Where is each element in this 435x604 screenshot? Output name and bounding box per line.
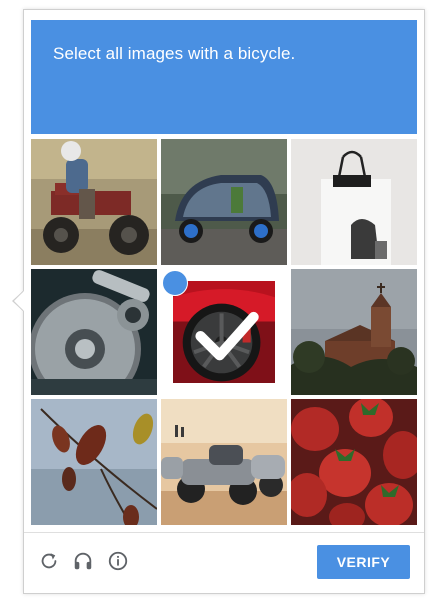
- image-tile-1[interactable]: [31, 139, 157, 265]
- challenge-instruction: Select all images with a bicycle.: [53, 44, 296, 63]
- electric-vehicle-image: [161, 139, 287, 265]
- audio-headphones-icon[interactable]: [72, 550, 94, 572]
- reload-icon[interactable]: [38, 550, 60, 572]
- church-image: [291, 269, 417, 395]
- selected-check-icon: [162, 270, 259, 361]
- hard-drive-image: [31, 269, 157, 395]
- image-grid: [31, 139, 417, 525]
- image-tile-3[interactable]: [291, 139, 417, 265]
- image-tile-4[interactable]: [31, 269, 157, 395]
- challenge-header: Select all images with a bicycle.: [31, 20, 417, 134]
- verify-button[interactable]: VERIFY: [317, 545, 410, 579]
- autumn-leaves-image: [31, 399, 157, 525]
- captcha-frame: Select all images with a bicycle. VERIFY: [23, 9, 425, 594]
- motorcycles-image: [161, 399, 287, 525]
- image-tile-5[interactable]: [161, 269, 287, 395]
- info-icon[interactable]: [107, 550, 129, 572]
- footer-divider: [24, 532, 424, 533]
- image-tile-6[interactable]: [291, 269, 417, 395]
- image-tile-9[interactable]: [291, 399, 417, 525]
- atv-rider-image: [31, 139, 157, 265]
- binder-clip-image: [291, 139, 417, 265]
- image-tile-7[interactable]: [31, 399, 157, 525]
- image-tile-2[interactable]: [161, 139, 287, 265]
- frame-pointer-inner: [14, 291, 24, 311]
- strawberries-image: [291, 399, 417, 525]
- image-tile-8[interactable]: [161, 399, 287, 525]
